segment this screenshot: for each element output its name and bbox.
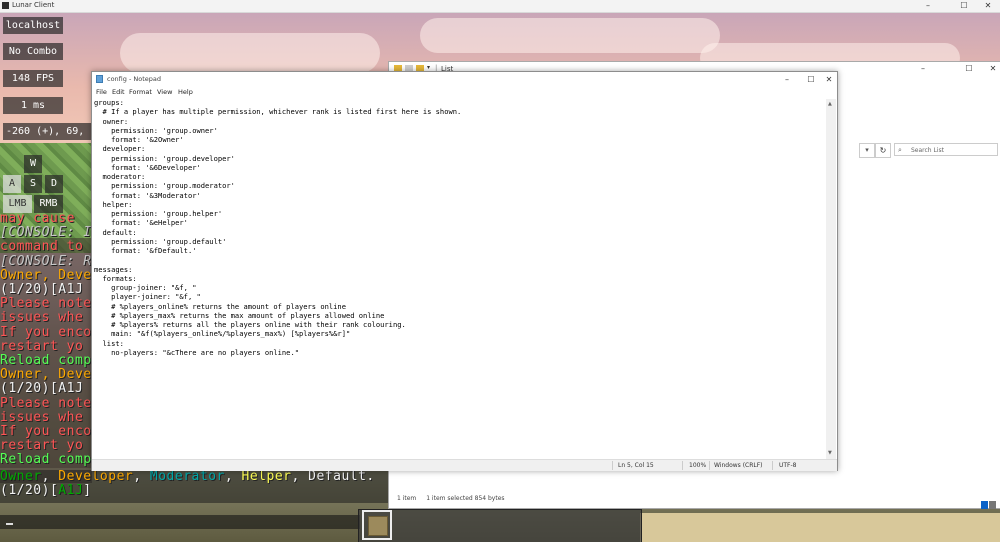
chat-input[interactable] (0, 515, 360, 529)
keystroke-lmb: LMB (3, 195, 32, 213)
notepad-window: config - Notepad – ☐ ✕ File Edit Format … (91, 71, 838, 471)
player-count: (1/20) (0, 483, 50, 499)
tiles-view-icon[interactable] (989, 501, 996, 509)
zoom-level: 100% (689, 462, 707, 469)
chat-line: If you enco (0, 324, 92, 340)
keystroke-a: A (3, 175, 21, 193)
search-icon: ⌕ (898, 146, 902, 154)
menu-edit[interactable]: Edit (112, 88, 125, 96)
lunar-title-bar: Lunar Client – ☐ ✕ (0, 0, 1000, 13)
chat-line: restart yo (0, 338, 84, 354)
player-name: A1J (58, 483, 84, 499)
rank-moderator: Moderator (149, 469, 225, 484)
chat-line: If you enco (0, 424, 92, 440)
view-toggle[interactable] (981, 494, 997, 509)
details-view-icon[interactable] (981, 501, 988, 509)
rank-developer: Developer (58, 469, 134, 484)
lunar-close-button[interactable]: ✕ (976, 0, 1000, 12)
lunar-app-icon (2, 2, 9, 9)
chat-line: issues whe (0, 409, 84, 425)
chat-line: restart yo (0, 438, 84, 454)
notepad-minimize-button[interactable]: – (775, 72, 799, 87)
rank-owner: Owner (0, 469, 42, 484)
chat-line: [CONSOLE: I (0, 225, 92, 241)
chat-line: [CONSOLE: R (0, 253, 92, 269)
search-input[interactable]: Search List (894, 143, 998, 156)
line-ending: Windows (CRLF) (714, 462, 763, 469)
keystroke-rmb: RMB (34, 195, 63, 213)
keystroke-w: W (24, 155, 42, 173)
chat-line: Reload comp (0, 353, 92, 369)
explorer-minimize-button[interactable]: – (909, 62, 937, 76)
chat-line: (1/20)[A1J (0, 381, 84, 397)
refresh-icon[interactable]: ↻ (875, 143, 891, 158)
chat-line: issues whe (0, 310, 84, 326)
chat-line: Please note (0, 395, 92, 411)
scroll-up-icon[interactable]: ▲ (828, 101, 832, 107)
chat-line: Owner, Devel (0, 367, 92, 383)
lunar-maximize-button[interactable]: ☐ (952, 0, 976, 12)
hotbar-block-item (368, 516, 388, 536)
notepad-icon (96, 75, 103, 83)
chat-line: (1/20)[A1J (0, 282, 84, 298)
cursor-position: Ln 5, Col 15 (618, 462, 654, 469)
notepad-menu-bar: File Edit Format View Help (92, 88, 837, 98)
explorer-close-button[interactable]: ✕ (979, 62, 1000, 76)
selection-info: 1 item selected 854 bytes (426, 495, 505, 502)
hotbar (358, 509, 642, 542)
menu-format[interactable]: Format (129, 88, 152, 96)
chat-line: Please note (0, 296, 92, 312)
coordinates-display: -260 (+), 69, 17 (3, 123, 92, 140)
chat-latest-lines: Owner, Developer, Moderator, Helper, Def… (0, 469, 388, 503)
chat-line: command to (0, 239, 84, 255)
notepad-text-area[interactable]: groups: # If a player has multiple permi… (94, 98, 824, 459)
notepad-status-bar: Ln 5, Col 15 100% Windows (CRLF) UTF-8 (92, 459, 837, 471)
quick-access-dropdown-icon[interactable]: ▾ (427, 64, 430, 71)
menu-view[interactable]: View (157, 88, 172, 96)
chat-player-count: (1/20)[A1J] (0, 483, 92, 499)
encoding: UTF-8 (779, 462, 797, 469)
chat-history: may cause [CONSOLE: I command to [CONSOL… (0, 212, 92, 472)
chat-rank-list: Owner, Developer, Moderator, Helper, Def… (0, 469, 375, 484)
chat-line: may cause (0, 212, 75, 226)
lunar-window-title: Lunar Client (12, 1, 55, 9)
ping-display: 1 ms (3, 97, 63, 114)
menu-help[interactable]: Help (178, 88, 193, 96)
notepad-title: config - Notepad (107, 75, 161, 83)
keystroke-d: D (45, 175, 63, 193)
keystroke-s: S (24, 175, 42, 193)
menu-file[interactable]: File (96, 88, 107, 96)
rank-default: Default. (308, 469, 375, 484)
explorer-status-bar: 1 item 1 item selected 854 bytes (397, 495, 513, 502)
notepad-close-button[interactable]: ✕ (817, 72, 841, 87)
chat-line: Reload comp (0, 452, 92, 468)
item-count: 1 item (397, 495, 417, 502)
rank-helper: Helper (241, 469, 292, 484)
notepad-title-bar: config - Notepad – ☐ ✕ (92, 72, 837, 87)
fps-counter: 148 FPS (3, 70, 63, 87)
combo-counter: No Combo (3, 43, 63, 60)
server-indicator: localhost (3, 17, 63, 34)
address-dropdown-icon[interactable]: ▾ (859, 143, 875, 158)
chat-line: Owner, Devel (0, 267, 92, 283)
lunar-minimize-button[interactable]: – (916, 0, 940, 12)
chat-cursor (6, 523, 13, 525)
scroll-down-icon[interactable]: ▼ (828, 450, 832, 456)
vertical-scrollbar[interactable]: ▲ ▼ (826, 99, 836, 459)
